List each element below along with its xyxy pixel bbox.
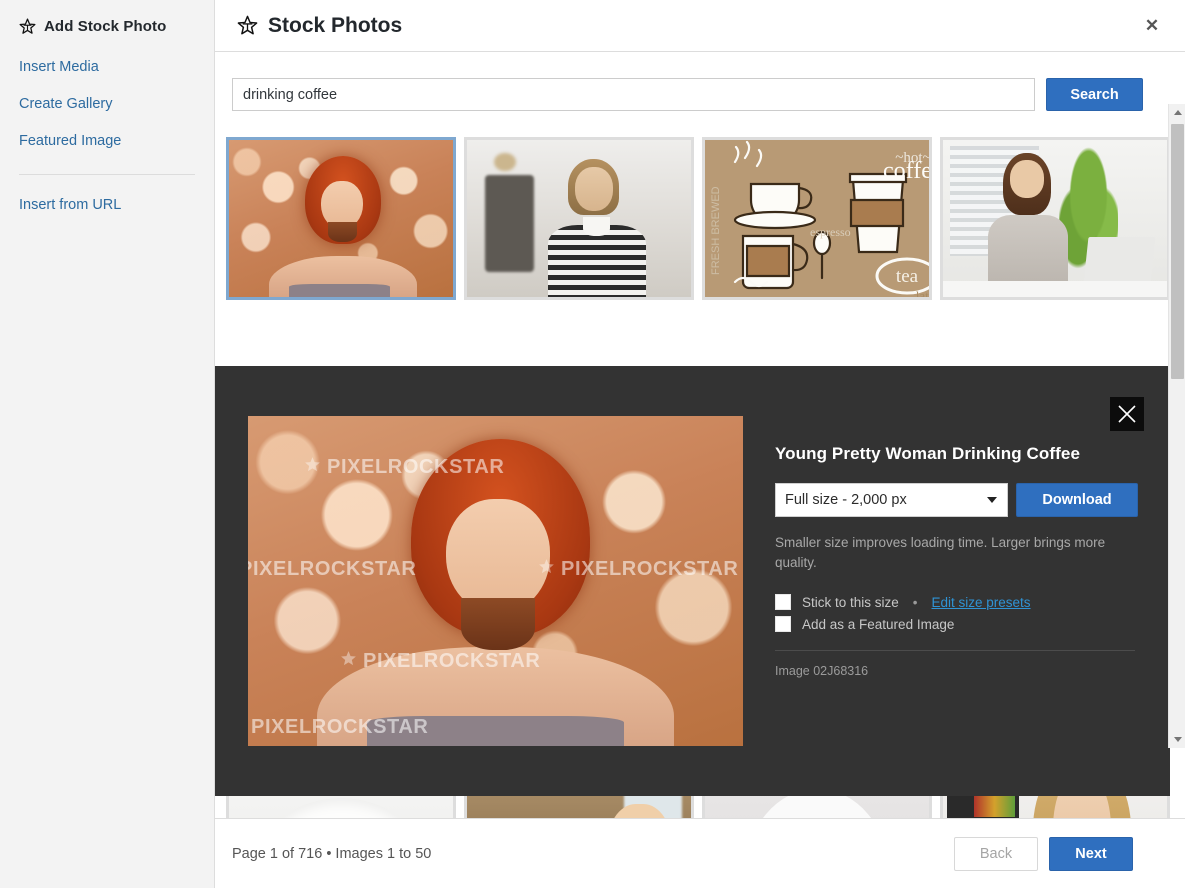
image-size-select-value: Full size - 2,000 px: [785, 492, 907, 508]
detail-options: Stick to this size • Edit size presets A…: [775, 594, 1148, 632]
detail-body: PIXELROCKSTAR PIXELROCKSTAR: [215, 366, 1170, 746]
svg-text:espresso: espresso: [810, 225, 851, 239]
stick-to-size-label: Stick to this size: [802, 595, 899, 610]
thumbnail-image: [467, 140, 691, 297]
download-button[interactable]: Download: [1016, 483, 1138, 517]
stock-photo-modal: Add Stock Photo Insert Media Create Gall…: [0, 0, 1185, 888]
search-button[interactable]: Search: [1046, 78, 1143, 111]
separator-dot: •: [913, 595, 918, 610]
results-scroll-area: Search: [215, 52, 1185, 818]
star-logo-icon: [237, 15, 258, 36]
results-scrollbar[interactable]: [1168, 104, 1185, 748]
detail-preview-image[interactable]: PIXELROCKSTAR PIXELROCKSTAR: [248, 416, 743, 746]
size-row: Full size - 2,000 px Download: [775, 483, 1148, 517]
detail-close-icon[interactable]: [1110, 397, 1144, 431]
detail-title: Young Pretty Woman Drinking Coffee: [775, 444, 1148, 464]
detail-divider: [775, 650, 1135, 651]
scroll-down-arrow-icon[interactable]: [1169, 731, 1185, 748]
result-thumbnail-3[interactable]: ~hot~ coffee espresso latte tea FRESH BR…: [702, 137, 932, 300]
sidebar-menu: Insert Media Create Gallery Featured Ima…: [0, 49, 214, 224]
edit-size-presets-link[interactable]: Edit size presets: [932, 595, 1031, 610]
preview-artwork: [248, 416, 743, 746]
result-thumbnail-4[interactable]: [940, 137, 1170, 300]
sidebar-title: Add Stock Photo: [0, 14, 214, 39]
svg-text:tea: tea: [896, 266, 919, 287]
image-size-select[interactable]: Full size - 2,000 px: [775, 483, 1008, 517]
results-grid-row-1: ~hot~ coffee espresso latte tea FRESH BR…: [215, 111, 1170, 300]
close-icon[interactable]: ✕: [1137, 11, 1167, 41]
svg-text:FRESH BREWED: FRESH BREWED: [710, 186, 722, 275]
modal-main: Stock Photos ✕ Search: [215, 0, 1185, 888]
featured-image-row: Add as a Featured Image: [775, 616, 1148, 632]
sidebar-item-insert-from-url[interactable]: Insert from URL: [0, 187, 214, 224]
image-detail-panel: PIXELROCKSTAR PIXELROCKSTAR: [215, 366, 1170, 796]
scroll-up-arrow-icon[interactable]: [1169, 104, 1185, 121]
thumbnail-image: [943, 140, 1167, 297]
size-hint-text: Smaller size improves loading time. Larg…: [775, 533, 1135, 572]
pagination-buttons: Back Next: [954, 837, 1161, 871]
next-button[interactable]: Next: [1049, 837, 1133, 871]
results-content: Search: [215, 52, 1170, 818]
featured-image-checkbox[interactable]: [775, 616, 791, 632]
image-id-label: Image 02J68316: [775, 664, 1148, 678]
back-button[interactable]: Back: [954, 837, 1038, 871]
result-thumbnail-2[interactable]: [464, 137, 694, 300]
star-logo-icon: [19, 18, 36, 35]
modal-footer: Page 1 of 716 • Images 1 to 50 Back Next: [215, 818, 1185, 888]
sidebar-item-create-gallery[interactable]: Create Gallery: [0, 86, 214, 123]
thumbnail-image: [229, 140, 453, 297]
stick-to-size-checkbox[interactable]: [775, 594, 791, 610]
page-title: Stock Photos: [237, 14, 402, 38]
featured-image-label: Add as a Featured Image: [802, 617, 954, 632]
pagination-status: Page 1 of 716 • Images 1 to 50: [232, 846, 431, 862]
svg-text:coffee: coffee: [883, 158, 932, 184]
stick-to-size-row: Stick to this size • Edit size presets: [775, 594, 1148, 610]
svg-text:latte: latte: [916, 288, 932, 300]
thumbnail-image: ~hot~ coffee espresso latte tea FRESH BR…: [705, 140, 929, 297]
search-bar: Search: [215, 52, 1170, 111]
page-title-label: Stock Photos: [268, 14, 402, 38]
scrollbar-thumb[interactable]: [1171, 124, 1184, 379]
sidebar-item-featured-image[interactable]: Featured Image: [0, 123, 214, 160]
detail-info: Young Pretty Woman Drinking Coffee Full …: [775, 416, 1170, 746]
chevron-down-icon: [987, 497, 997, 503]
sidebar-title-label: Add Stock Photo: [44, 18, 166, 35]
media-sidebar: Add Stock Photo Insert Media Create Gall…: [0, 0, 215, 888]
modal-header: Stock Photos ✕: [215, 0, 1185, 52]
sidebar-item-insert-media[interactable]: Insert Media: [0, 49, 214, 86]
search-input[interactable]: [232, 78, 1035, 111]
result-thumbnail-1[interactable]: [226, 137, 456, 300]
sidebar-divider: [19, 174, 195, 175]
